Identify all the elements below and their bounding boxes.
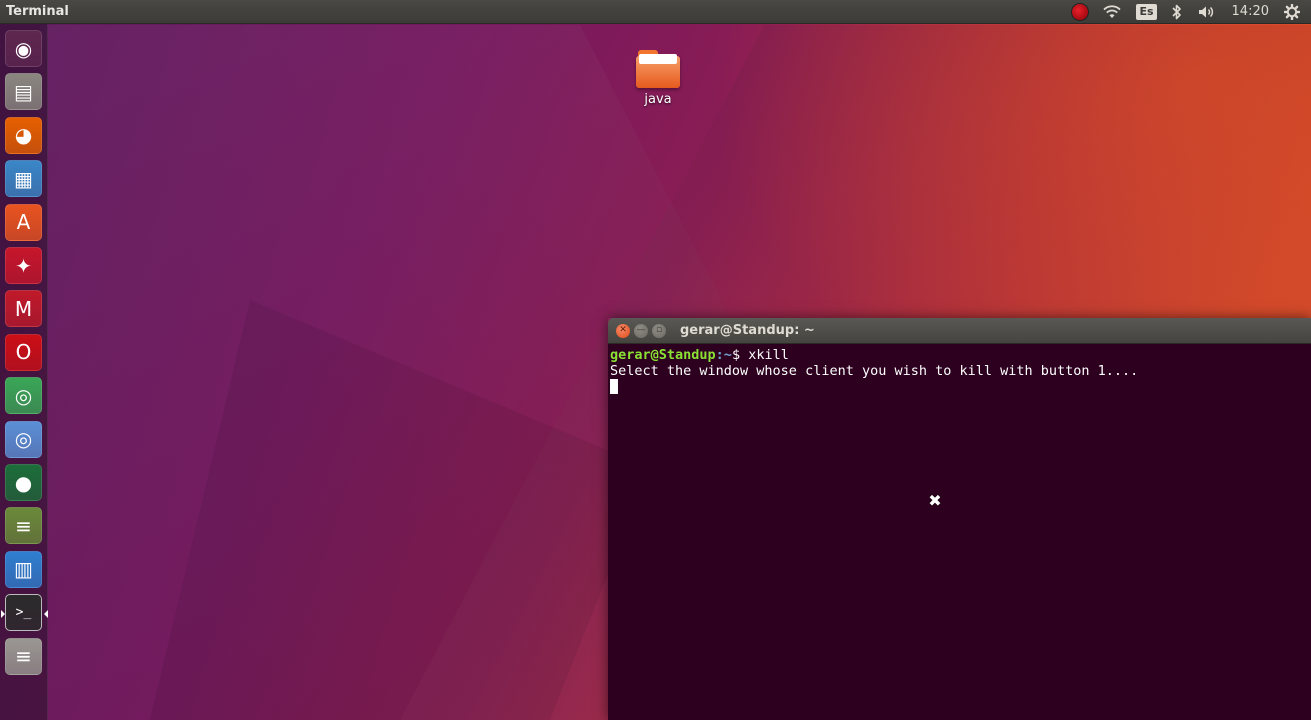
bluetooth-indicator[interactable]	[1164, 0, 1190, 24]
launcher-item-calendar-app[interactable]: ▥	[5, 550, 42, 588]
terminal-title: gerar@Standup: ~	[680, 323, 815, 338]
keyboard-layout-icon: Es	[1136, 3, 1157, 20]
launcher-item-files[interactable]: ▤	[5, 73, 42, 111]
launcher-item-firefox[interactable]: ◕	[5, 116, 42, 154]
prompt-path: :~	[715, 347, 732, 363]
chromium-icon: ◎	[14, 427, 33, 452]
active-app-title: Terminal	[6, 4, 69, 19]
launcher-item-app-mm[interactable]: M	[5, 290, 42, 328]
desktop[interactable]: Terminal Es 14:20 ◉ ▤ ◕ ▦ A ✦ M O ◎ ◎ ● …	[0, 0, 1311, 720]
globe-app-icon: ●	[14, 470, 33, 495]
prompt-symbol: $	[731, 347, 749, 363]
command-line: gerar@Standup:~$ xkill	[610, 347, 1311, 363]
more-apps-icon: ≡	[15, 644, 32, 669]
folder-icon	[636, 50, 680, 88]
launcher-item-dash-home[interactable]: ◉	[5, 30, 42, 67]
wifi-icon	[1103, 4, 1122, 18]
stacked-apps-icon: ≡	[15, 513, 32, 538]
minimize-button[interactable]: —	[634, 323, 648, 338]
text-cursor	[610, 379, 618, 394]
chrome-icon: ◎	[14, 383, 33, 408]
minimize-icon: —	[636, 325, 646, 335]
xkill-cursor-icon: ✖	[928, 491, 942, 510]
system-settings-icon: ✦	[15, 253, 32, 278]
close-button[interactable]: ✕	[616, 323, 630, 338]
terminal-window[interactable]: ✕ — ▫ gerar@Standup: ~ gerar@Standup:~$ …	[608, 318, 1311, 720]
terminal-titlebar[interactable]: ✕ — ▫ gerar@Standup: ~	[608, 318, 1311, 344]
launcher-item-more-apps[interactable]: ≡	[5, 637, 42, 675]
sound-indicator[interactable]	[1190, 0, 1224, 24]
prompt-user: gerar@Standup	[610, 347, 716, 363]
launcher-item-software-center[interactable]: A	[5, 203, 42, 241]
launcher-item-chrome[interactable]: ◎	[5, 377, 42, 415]
record-icon	[1072, 3, 1089, 20]
wallpaper-facet	[150, 300, 650, 720]
keyboard-indicator[interactable]: Es	[1129, 0, 1163, 24]
launcher-item-opera[interactable]: O	[5, 333, 42, 371]
desktop-folder-label: java	[644, 92, 672, 107]
bluetooth-icon	[1171, 4, 1181, 19]
launcher-item-terminal[interactable]: >_	[1, 594, 48, 632]
cursor-line	[610, 379, 1311, 396]
dash-home-icon: ◉	[14, 36, 33, 61]
terminal-output[interactable]: gerar@Standup:~$ xkill Select the window …	[608, 344, 1311, 720]
launcher-item-libreoffice-writer[interactable]: ▦	[5, 160, 42, 198]
network-indicator[interactable]	[1095, 0, 1129, 24]
software-center-icon: A	[16, 210, 31, 235]
gear-icon	[1284, 3, 1300, 20]
indicator-area: Es 14:20	[1065, 0, 1311, 24]
launcher-item-stacked-apps[interactable]: ≡	[5, 507, 42, 545]
output-line: Select the window whose client you wish …	[610, 363, 1139, 379]
terminal-icon: >_	[15, 605, 32, 621]
opera-icon: O	[15, 340, 32, 365]
command-text: xkill	[748, 347, 789, 363]
launcher-item-globe-app[interactable]: ●	[5, 464, 42, 501]
desktop-folder-java[interactable]: java	[626, 48, 690, 112]
top-panel: Terminal Es 14:20	[0, 0, 1311, 24]
calendar-app-icon: ▥	[14, 557, 33, 582]
files-icon: ▤	[14, 79, 33, 104]
launcher-item-chromium[interactable]: ◎	[5, 420, 42, 458]
maximize-icon: ▫	[655, 325, 663, 335]
firefox-icon: ◕	[14, 123, 33, 148]
volume-icon	[1198, 6, 1213, 17]
maximize-button[interactable]: ▫	[652, 323, 666, 338]
record-indicator[interactable]	[1065, 0, 1095, 24]
app-mm-icon: M	[14, 296, 33, 321]
close-icon: ✕	[619, 325, 627, 335]
libreoffice-writer-icon: ▦	[14, 166, 33, 191]
clock[interactable]: 14:20	[1224, 0, 1277, 24]
session-indicator[interactable]	[1277, 0, 1307, 24]
launcher-item-system-settings[interactable]: ✦	[5, 247, 42, 284]
launcher: ◉ ▤ ◕ ▦ A ✦ M O ◎ ◎ ● ≡ ▥ >_ ≡	[0, 24, 48, 720]
